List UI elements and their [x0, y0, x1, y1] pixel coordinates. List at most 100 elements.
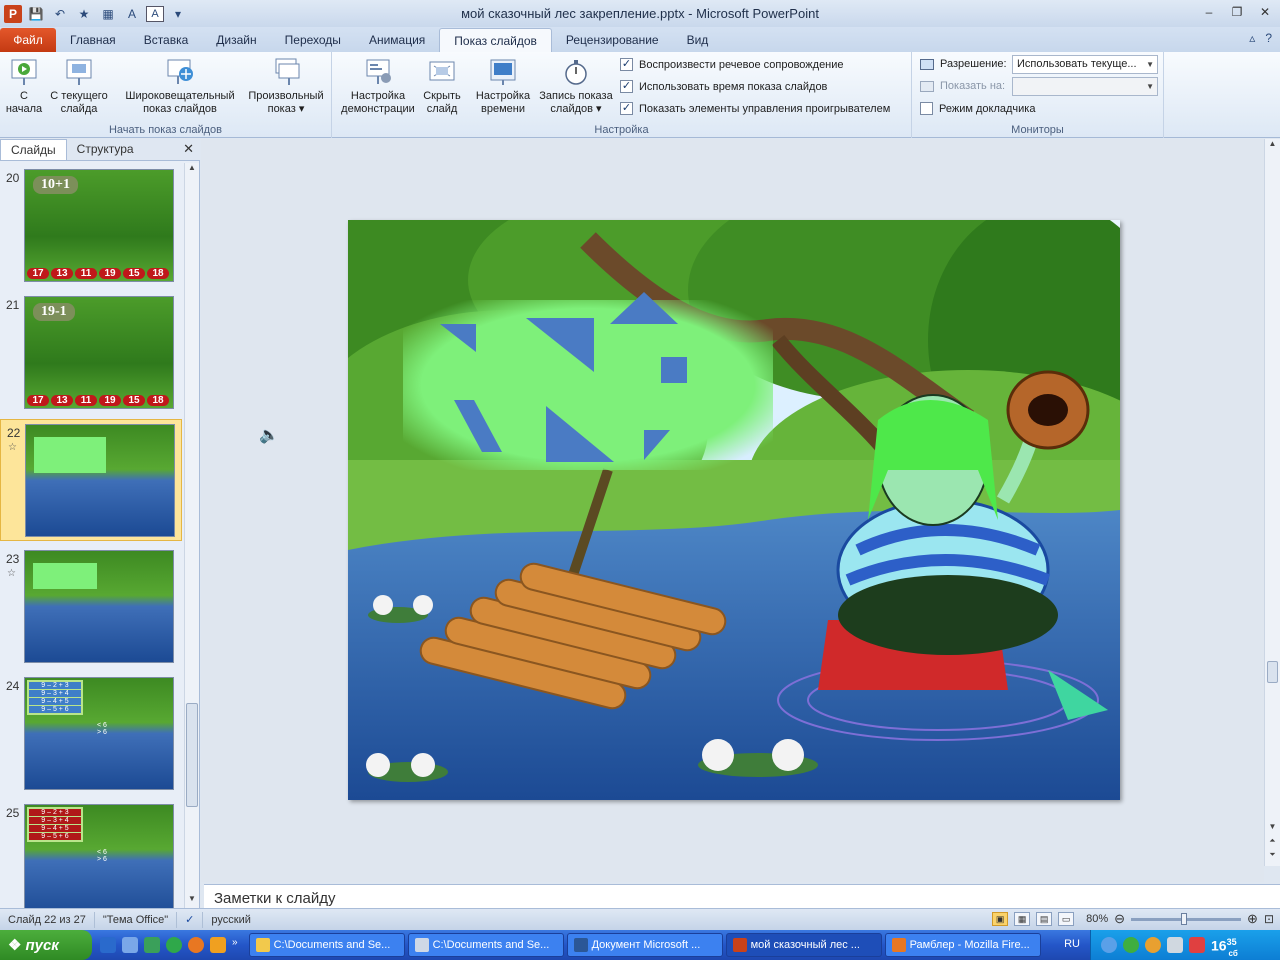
- network-icon[interactable]: [122, 937, 138, 953]
- tab-6[interactable]: Показ слайдов: [439, 28, 552, 52]
- browser-tray-icon[interactable]: [1145, 937, 1161, 953]
- equation-label: 9 – 4 + 5: [29, 698, 81, 705]
- slide-sorter-icon[interactable]: ▦: [1014, 912, 1031, 926]
- slide-thumbnail[interactable]: 25 9 – 2 + 39 – 3 + 49 – 4 + 59 – 5 + 6 < …: [0, 800, 182, 908]
- taskbar-item[interactable]: мой сказочный лес ...: [725, 933, 882, 957]
- checkbox-checked-icon[interactable]: ✓: [620, 58, 633, 71]
- setup-show-button[interactable]: Настройка демонстрации: [336, 56, 420, 116]
- antivirus-icon[interactable]: [1123, 937, 1139, 953]
- slide-thumbnail[interactable]: 21 19-1 17 13 11 19 15 18: [0, 292, 182, 414]
- play-narrations-checkbox[interactable]: ✓ Воспроизвести речевое сопровождение: [620, 58, 844, 71]
- show-on-row: Показать на:: [920, 80, 1005, 92]
- office-icon[interactable]: [210, 937, 226, 953]
- star-icon[interactable]: ★: [74, 5, 94, 23]
- tab-0[interactable]: Файл: [0, 28, 56, 52]
- scroll-up-icon[interactable]: ▲: [185, 163, 199, 177]
- scroll-up-icon[interactable]: ▲: [1265, 139, 1280, 153]
- tab-slides[interactable]: Слайды: [0, 139, 67, 160]
- maximize-icon[interactable]: ❐: [1228, 4, 1246, 20]
- use-timings-checkbox[interactable]: ✓ Использовать время показа слайдов: [620, 80, 827, 93]
- from-current-button[interactable]: С текущего слайда: [46, 56, 112, 116]
- font-size-icon[interactable]: A: [122, 5, 142, 23]
- custom-show-button[interactable]: Произвольный показ ▾: [244, 56, 328, 116]
- slide-canvas: [348, 220, 1120, 800]
- checkbox-checked-icon[interactable]: ✓: [620, 80, 633, 93]
- minimize-icon[interactable]: ‒: [1200, 4, 1218, 20]
- scroll-thumb[interactable]: [1267, 661, 1278, 683]
- thumbnail-scrollbar[interactable]: ▲ ▼: [184, 163, 199, 908]
- tree-icon[interactable]: [144, 937, 160, 953]
- notes-area[interactable]: Заметки к слайду: [204, 884, 1280, 908]
- slideshow-view-icon[interactable]: ▭: [1058, 912, 1075, 926]
- from-beginning-button[interactable]: С начала: [4, 56, 44, 116]
- tab-4[interactable]: Переходы: [271, 28, 355, 52]
- firefox-icon[interactable]: [188, 937, 204, 953]
- presenter-view-checkbox[interactable]: Режим докладчика: [920, 102, 1035, 115]
- language[interactable]: русский: [203, 912, 258, 928]
- prev-slide-icon[interactable]: ⏶: [1265, 836, 1280, 850]
- slides-icon[interactable]: ▦: [98, 5, 118, 23]
- back-icon[interactable]: [1101, 937, 1117, 953]
- start-button[interactable]: ❖ пуск: [0, 930, 92, 960]
- checkbox-checked-icon[interactable]: ✓: [620, 102, 633, 115]
- font-box-button[interactable]: A: [146, 5, 164, 22]
- status-bar: Слайд 22 из 27 "Тема Office" ✓ русский ▣…: [0, 908, 1280, 930]
- taskbar-item[interactable]: Рамблер - Mozilla Fire...: [884, 933, 1041, 957]
- clock[interactable]: 1635 сб: [1211, 937, 1250, 959]
- tab-1[interactable]: Главная: [56, 28, 130, 52]
- tab-7[interactable]: Рецензирование: [552, 28, 673, 52]
- hide-slide-icon: [429, 61, 455, 81]
- zoom-out-icon[interactable]: ⊖: [1114, 911, 1125, 927]
- rehearse-timings-button[interactable]: Настройка времени: [472, 56, 534, 116]
- slide-thumbnail[interactable]: 22 ☆: [0, 419, 182, 541]
- scroll-thumb[interactable]: [186, 703, 198, 807]
- slide-thumbnail[interactable]: 20 10+1 17 13 11 19 15 18: [0, 165, 182, 287]
- show-on-select[interactable]: ▼: [1012, 77, 1158, 96]
- zoom-slider[interactable]: [1131, 912, 1242, 925]
- taskbar-item[interactable]: C:\Documents and Se...: [407, 933, 564, 957]
- current-slide[interactable]: [348, 220, 1120, 800]
- tab-2[interactable]: Вставка: [130, 28, 203, 52]
- close-icon[interactable]: ✕: [1256, 4, 1274, 20]
- tab-outline[interactable]: Структура: [67, 139, 144, 160]
- update-icon[interactable]: [166, 937, 182, 953]
- scroll-down-icon[interactable]: ▼: [1265, 822, 1280, 836]
- show-controls-checkbox[interactable]: ✓ Показать элементы управления проигрыва…: [620, 102, 890, 115]
- save-icon[interactable]: 💾: [26, 5, 46, 23]
- more-icon[interactable]: »: [232, 937, 238, 953]
- record-show-button[interactable]: Запись показа слайдов ▾: [534, 56, 618, 116]
- keyboard-language[interactable]: RU: [1064, 938, 1080, 950]
- spellcheck-icon[interactable]: ✓: [177, 911, 204, 928]
- normal-view-icon[interactable]: ▣: [992, 912, 1009, 926]
- speaker-icon[interactable]: 🔈: [259, 425, 279, 445]
- tab-5[interactable]: Анимация: [355, 28, 439, 52]
- broadcast-button[interactable]: Широковещательный показ слайдов: [118, 56, 242, 116]
- fit-to-window-icon[interactable]: ⊡: [1264, 912, 1274, 926]
- customize-qat-icon[interactable]: ▾: [168, 5, 188, 23]
- tab-3[interactable]: Дизайн: [202, 28, 270, 52]
- theme-name[interactable]: "Тема Office": [95, 911, 178, 928]
- close-icon[interactable]: ✕: [183, 141, 194, 157]
- minimize-ribbon-icon[interactable]: ▵: [1249, 31, 1255, 45]
- slide-thumbnail[interactable]: 23 ☆: [0, 546, 182, 668]
- zoom-level[interactable]: 80%: [1086, 913, 1108, 925]
- alert-icon[interactable]: [1189, 937, 1205, 953]
- hide-slide-button[interactable]: Скрыть слайд: [418, 56, 466, 116]
- flag-icon[interactable]: [1167, 937, 1183, 953]
- scroll-down-icon[interactable]: ▼: [185, 894, 199, 908]
- undo-icon[interactable]: ↶: [50, 5, 70, 23]
- desktop-icon[interactable]: [100, 937, 116, 953]
- taskbar-item[interactable]: Документ Microsoft ...: [566, 933, 723, 957]
- slide-scrollbar[interactable]: ▲ ▼ ⏶ ⏷: [1264, 139, 1280, 866]
- taskbar-item[interactable]: C:\Documents and Se...: [248, 933, 405, 957]
- reading-view-icon[interactable]: ▤: [1036, 912, 1053, 926]
- checkbox-unchecked-icon[interactable]: [920, 102, 933, 115]
- slide-thumbnail[interactable]: 24 9 – 2 + 39 – 3 + 49 – 4 + 59 – 5 + 6 < …: [0, 673, 182, 795]
- zoom-slider-thumb[interactable]: [1181, 912, 1188, 925]
- resolution-select[interactable]: Использовать текуще... ▼: [1012, 55, 1158, 74]
- tab-8[interactable]: Вид: [673, 28, 723, 52]
- help-icon[interactable]: ?: [1265, 31, 1272, 45]
- next-slide-icon[interactable]: ⏷: [1265, 850, 1280, 864]
- powerpoint-logo-icon[interactable]: P: [4, 4, 22, 23]
- zoom-in-icon[interactable]: ⊕: [1247, 911, 1258, 927]
